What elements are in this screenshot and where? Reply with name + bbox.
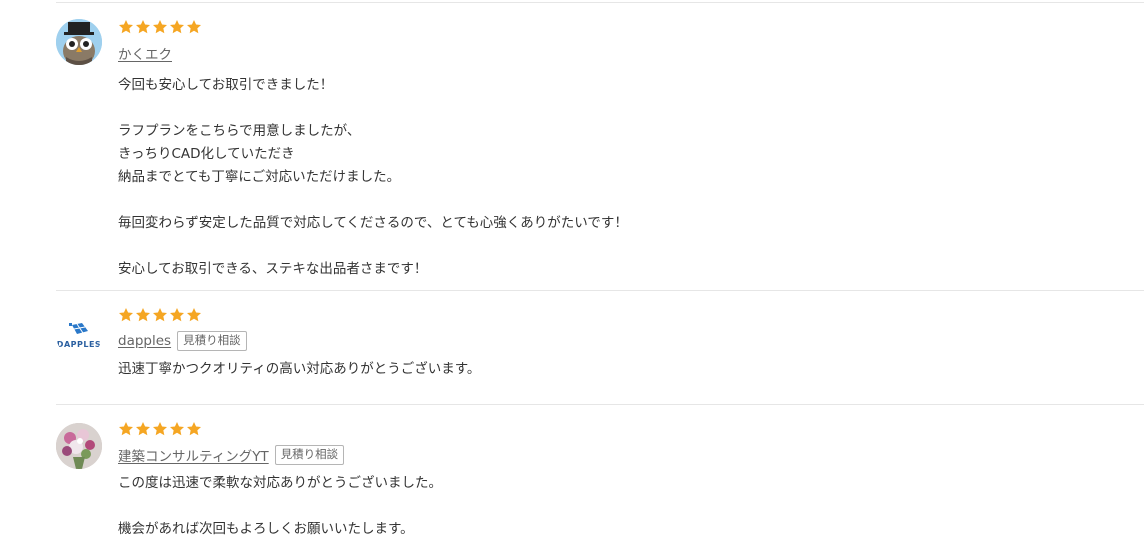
star-icon [119,20,133,34]
star-icon [136,308,150,322]
star-icon [136,422,150,436]
star-icon [187,422,201,436]
review-body: 今回も安心してお取引できました！ ラフプランをこちらで用意しましたが、 きっちり… [118,74,1124,281]
star-icon [170,308,184,322]
reviewer-name-link[interactable]: dapples [118,333,171,349]
review-text-line: この度は迅速で柔軟な対応ありがとうございました。 [118,475,442,491]
star-icon [153,308,167,322]
owl-top-hat-icon[interactable] [56,19,102,65]
estimate-consultation-badge: 見積り相談 [177,331,247,351]
avatar-logo-text: DAPPLES [56,340,102,349]
star-icon [170,422,184,436]
star-icon [187,20,201,34]
star-icon [119,422,133,436]
review-text-line: きっちりCAD化していただき [118,146,295,162]
star-icon [153,422,167,436]
reviewer-name-link[interactable]: かくエク [118,43,172,63]
review-text-line: ラフプランをこちらで用意しましたが、 [118,123,361,139]
review-body: 迅速丁寧かつクオリティの高い対応ありがとうございます。 [118,358,1124,381]
divider [56,404,1144,405]
estimate-consultation-badge: 見積り相談 [274,445,345,465]
star-icon [119,308,133,322]
star-icon [153,20,167,34]
review-text-line [118,495,1124,518]
star-icon [187,308,201,322]
review-text-line [118,97,1124,120]
review-text-line: 今回も安心してお取引できました！ [118,77,334,93]
divider [56,290,1144,291]
review-body: この度は迅速で柔軟な対応ありがとうございました。 機会があれば次回もよろしくお願… [118,472,1124,541]
reviewer-name-link[interactable]: 建築コンサルティングYT [118,445,269,465]
review-text-line: 毎回変わらず安定した品質で対応してくださるので、とても心強くありがたいです！ [118,215,628,231]
star-rating [118,307,1124,325]
star-icon [136,20,150,34]
star-rating [118,19,1124,37]
review-text-line: 納品までとても丁寧にご対応いただけました。 [118,169,401,185]
flower-bouquet-icon[interactable] [56,423,102,469]
review-text-line [118,189,1124,212]
review-text-line: 迅速丁寧かつクオリティの高い対応ありがとうございます。 [118,361,481,377]
star-rating [118,421,1124,439]
review-text-line: 機会があれば次回もよろしくお願いいたします。 [118,521,414,537]
review-text-line: 安心してお取引できる、ステキな出品者さまです！ [118,261,428,277]
review-list: かくエク 今回も安心してお取引できました！ ラフプランをこちらで用意しましたが、… [0,0,1144,559]
review-text-line [118,235,1124,258]
star-icon [170,20,184,34]
dapples-logo-icon[interactable]: DAPPLES [56,312,102,358]
divider [56,2,1144,3]
